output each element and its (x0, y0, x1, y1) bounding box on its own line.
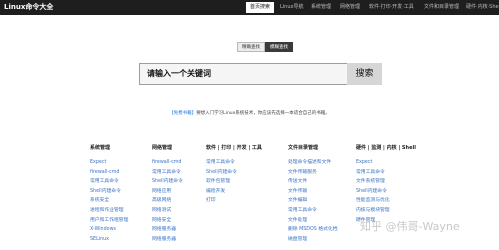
column-link[interactable]: SELinux (90, 235, 128, 245)
column-link[interactable]: 性能监测与优化 (356, 196, 416, 206)
column-link[interactable]: 文件系统管理 (356, 177, 416, 187)
column-link[interactable]: Expect (90, 158, 128, 168)
column-link[interactable]: Shell内建命令 (356, 187, 416, 197)
fuzzy-search-mode[interactable]: 模糊查找 (265, 42, 293, 52)
notice-text[interactable]: 要想入门学习Linux系统技术，你应该先选择一本适合自己的书籍。 (196, 111, 330, 116)
column-network-admin: 网络管理 firewall-cmd 常用工具命令 Shell内建命令 网络应用 … (152, 144, 183, 244)
search-button[interactable]: 搜索 (347, 63, 382, 85)
column-link[interactable]: 用户和工作组管理 (90, 216, 128, 226)
site-logo[interactable]: Linux命令大全 (4, 2, 53, 12)
column-link[interactable]: Shell内建命令 (206, 168, 262, 178)
column-link[interactable]: 常用工具命令 (356, 168, 416, 178)
column-link[interactable]: 常用工具命令 (288, 206, 338, 216)
column-file-dir: 文件目录管理 处理命令描述和文件 文件传输服务 传送文件 文件传输 文件编辑 常… (288, 144, 338, 244)
column-link[interactable]: 软件包管理 (206, 177, 262, 187)
column-link[interactable]: 网络服务器 (152, 225, 183, 235)
column-link[interactable]: Shell内建命令 (152, 177, 183, 187)
free-books-notice: 【免费书籍】要想入门学习Linux系统技术，你应该先选择一本适合自己的书籍。 (0, 110, 499, 116)
column-link[interactable]: firewall-cmd (152, 158, 183, 168)
column-link[interactable]: 处理命令描述和文件 (288, 158, 338, 168)
zhihu-watermark: 知乎 @伟哥-Wayne (360, 220, 460, 233)
top-navbar: Linux命令大全 首页搜索 Linux导航 系统管理 网络管理 软件·打印·开… (0, 0, 499, 15)
nav-tab-hardware-shell[interactable]: 硬件·内核·Shell (466, 3, 499, 11)
column-link[interactable]: X-Windows (90, 225, 128, 235)
column-link[interactable]: 编程开发 (206, 187, 262, 197)
column-software-tools: 软件 | 打印 | 开发 | 工具 常用工具命令 Shell内建命令 软件包管理… (206, 144, 262, 206)
nav-tab-home-search[interactable]: 首页搜索 (246, 2, 275, 13)
column-link[interactable]: 网络测试 (152, 206, 183, 216)
nav-tab-software-tools[interactable]: 软件·打印·开发·工具 (369, 3, 414, 11)
column-title: 网络管理 (152, 145, 173, 151)
column-title: 文件目录管理 (288, 145, 319, 151)
column-link[interactable]: 磁盘管理 (288, 235, 338, 245)
column-link[interactable]: 网络安全 (152, 216, 183, 226)
column-link[interactable]: 网络服务器 (152, 235, 183, 245)
notice-tag[interactable]: 【免费书籍】 (169, 111, 196, 116)
column-link[interactable]: firewall-cmd (90, 168, 128, 178)
column-link[interactable]: Shell内建命令 (90, 187, 128, 197)
column-link[interactable]: 进程和作业管理 (90, 206, 128, 216)
column-title: 软件 | 打印 | 开发 | 工具 (206, 145, 262, 151)
search-bar: 请输入一个关键词 搜索 (139, 63, 382, 85)
search-mode-toggle: 精确查找 模糊查找 (237, 42, 293, 52)
column-link[interactable]: 文件处理 (288, 216, 338, 226)
column-link[interactable]: Expect (356, 158, 416, 168)
column-link[interactable]: 文件传输服务 (288, 168, 338, 178)
nav-tab-network-admin[interactable]: 网络管理 (340, 3, 360, 11)
column-link[interactable]: 高级网络 (152, 196, 183, 206)
column-title: 系统管理 (90, 145, 111, 151)
column-link[interactable]: 网络应用 (152, 187, 183, 197)
nav-tab-system-admin[interactable]: 系统管理 (311, 3, 331, 11)
nav-tab-file-dir[interactable]: 文件和目录管理 (424, 3, 459, 11)
column-link[interactable]: 传送文件 (288, 177, 338, 187)
exact-search-mode[interactable]: 精确查找 (237, 42, 265, 52)
column-link[interactable]: 文件传输 (288, 187, 338, 197)
column-link[interactable]: 常用工具命令 (152, 168, 183, 178)
column-link[interactable]: 打印 (206, 196, 262, 206)
nav-tab-linux-nav[interactable]: Linux导航 (280, 3, 303, 11)
column-link[interactable]: 文件编辑 (288, 196, 338, 206)
search-input[interactable]: 请输入一个关键词 (139, 63, 354, 85)
column-hardware-shell: 硬件 | 监测 | 内核 | Shell Expect 常用工具命令 文件系统管… (356, 144, 416, 225)
column-link[interactable]: 常用工具命令 (90, 177, 128, 187)
column-link[interactable]: 系统安全 (90, 196, 128, 206)
column-title: 硬件 | 监测 | 内核 | Shell (356, 145, 416, 151)
column-system-admin: 系统管理 Expect firewall-cmd 常用工具命令 Shell内建命… (90, 144, 128, 244)
column-link[interactable]: 常用工具命令 (206, 158, 262, 168)
column-link[interactable]: 删除 MSDOS 格式化档 (288, 225, 338, 235)
column-link[interactable]: 内核与模块管理 (356, 206, 416, 216)
